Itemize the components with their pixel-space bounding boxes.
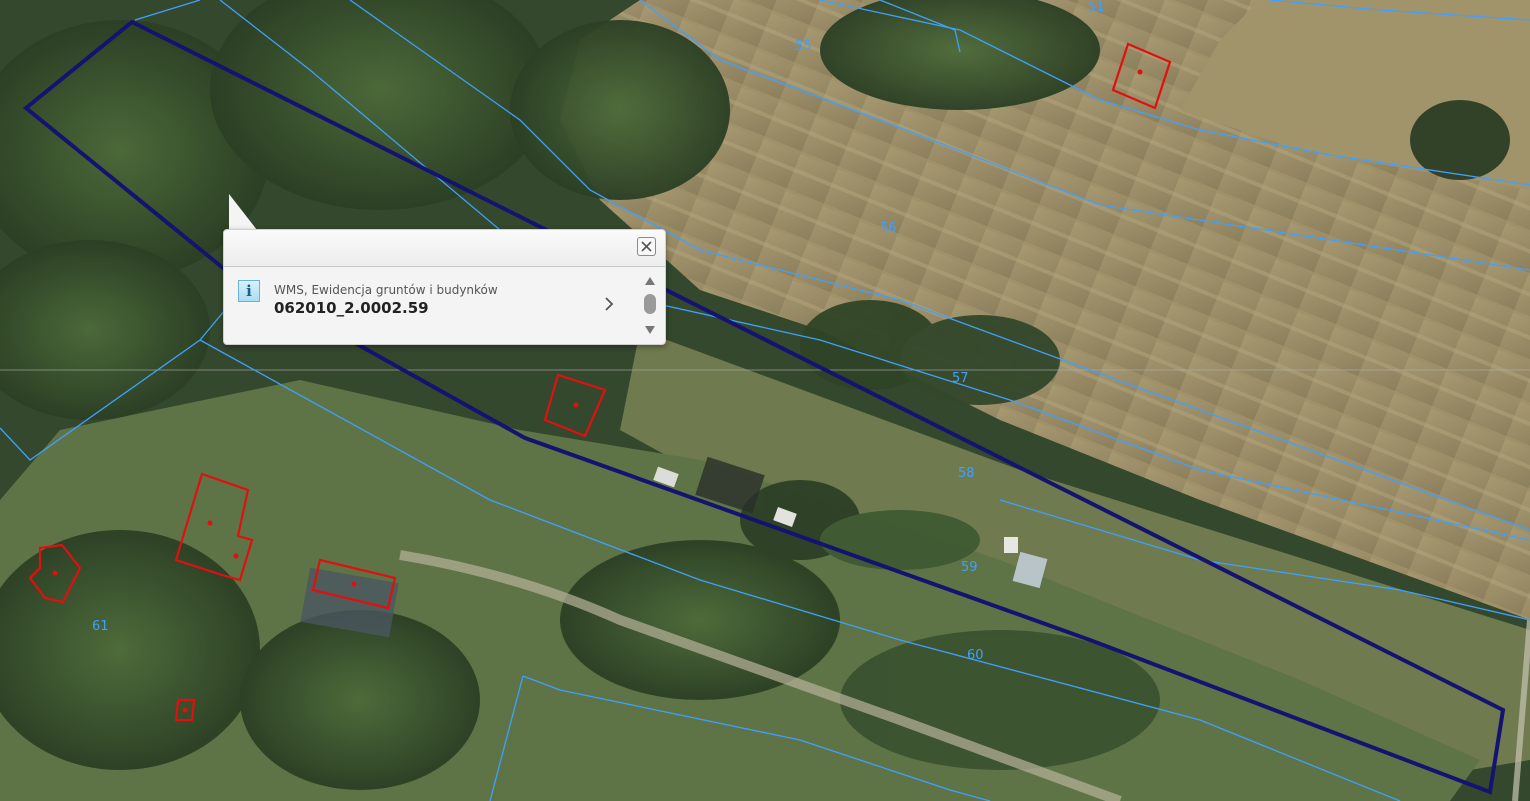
parcel-label: 56 (880, 221, 897, 236)
popup-pointer (229, 194, 257, 230)
layer-name: WMS, Ewidencja gruntów i budynków (274, 283, 498, 297)
popup-header (224, 230, 665, 267)
parcel-label: 55 (795, 39, 812, 54)
scroll-down-icon[interactable] (645, 326, 655, 334)
scroll-up-icon[interactable] (645, 277, 655, 285)
parcel-label: 59 (961, 560, 978, 575)
chevron-right-icon[interactable] (602, 295, 616, 313)
feature-info-popup: i WMS, Ewidencja gruntów i budynków 0620… (223, 229, 666, 345)
parcel-label: 60 (967, 648, 984, 663)
close-icon (641, 241, 652, 252)
parcel-label: 57 (952, 371, 969, 386)
scroll-thumb[interactable] (644, 294, 656, 314)
close-button[interactable] (637, 237, 656, 256)
info-icon: i (238, 280, 260, 302)
map-view[interactable]: 51 55 56 57 58 59 60 61 i WMS, Ewidencja… (0, 0, 1530, 801)
feature-id: 062010_2.0002.59 (274, 299, 429, 317)
parcel-label: 51 (1088, 0, 1105, 15)
orthophoto-layer: 51 55 56 57 58 59 60 61 (0, 0, 1530, 801)
popup-scrollbar[interactable] (642, 274, 658, 336)
parcel-label: 58 (958, 466, 975, 481)
parcel-label: 61 (92, 619, 109, 634)
